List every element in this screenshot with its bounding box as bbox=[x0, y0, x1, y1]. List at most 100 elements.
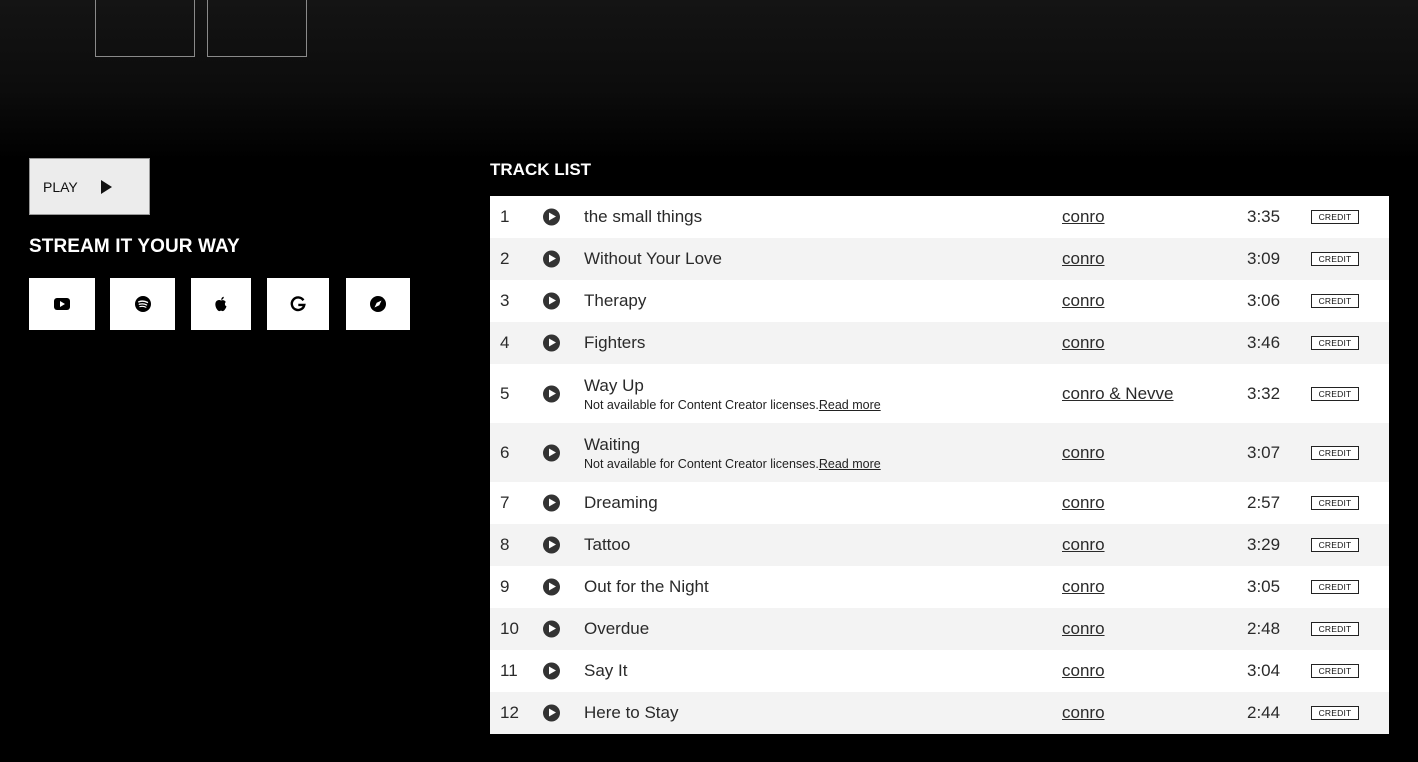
track-row[interactable]: 6 Waiting Not available for Content Creato… bbox=[490, 423, 1389, 482]
google-play-button[interactable] bbox=[267, 278, 329, 330]
track-row[interactable]: 8 Tattoo conro 3:29 CREDIT bbox=[490, 524, 1389, 566]
track-artist-link[interactable]: conro bbox=[1062, 333, 1105, 353]
track-number: 6 bbox=[500, 442, 510, 462]
play-all-button[interactable]: PLAY bbox=[29, 158, 150, 215]
track-title-block: Here to Stay bbox=[584, 703, 679, 723]
track-artist-link[interactable]: conro & Nevve bbox=[1062, 384, 1174, 404]
apple-music-button[interactable] bbox=[191, 278, 251, 330]
credit-button[interactable]: CREDIT bbox=[1311, 622, 1359, 636]
credit-button[interactable]: CREDIT bbox=[1311, 706, 1359, 720]
track-number: 4 bbox=[500, 333, 510, 352]
track-duration: 3:04 bbox=[1247, 661, 1281, 680]
play-track-icon[interactable] bbox=[543, 385, 560, 402]
track-title: Overdue bbox=[584, 619, 650, 638]
track-artist-link[interactable]: conro bbox=[1062, 443, 1105, 463]
track-artist-link[interactable]: conro bbox=[1062, 493, 1105, 513]
track-row[interactable]: 11 Say It conro 3:04 CREDIT bbox=[490, 650, 1389, 692]
track-duration: 3:32 bbox=[1247, 383, 1281, 403]
track-title: the small things bbox=[584, 207, 703, 226]
track-row[interactable]: 10 Overdue conro 2:48 CREDIT bbox=[490, 608, 1389, 650]
track-title-block: Dreaming bbox=[584, 493, 658, 513]
credit-button[interactable]: CREDIT bbox=[1311, 210, 1359, 224]
track-row[interactable]: 3 Therapy conro 3:06 CREDIT bbox=[490, 280, 1389, 322]
credit-button[interactable]: CREDIT bbox=[1311, 496, 1359, 510]
track-row[interactable]: 7 Dreaming conro 2:57 CREDIT bbox=[490, 482, 1389, 524]
play-track-icon[interactable] bbox=[543, 536, 560, 554]
track-duration: 2:57 bbox=[1247, 493, 1281, 512]
spotify-button[interactable] bbox=[110, 278, 175, 330]
play-track-icon[interactable] bbox=[543, 208, 560, 226]
license-note-text: Not available for Content Creator licens… bbox=[584, 397, 819, 412]
track-artist-link[interactable]: conro bbox=[1062, 619, 1105, 639]
youtube-button[interactable] bbox=[29, 278, 95, 330]
track-row[interactable]: 12 Here to Stay conro 2:44 CREDIT bbox=[490, 692, 1389, 734]
track-artist-link[interactable]: conro bbox=[1062, 207, 1105, 227]
play-track-icon[interactable] bbox=[543, 578, 560, 596]
track-number: 7 bbox=[500, 493, 510, 512]
track-duration: 2:48 bbox=[1247, 619, 1281, 638]
play-track-icon[interactable] bbox=[543, 620, 560, 638]
track-row[interactable]: 9 Out for the Night conro 3:05 CREDIT bbox=[490, 566, 1389, 608]
youtube-icon bbox=[54, 298, 70, 310]
track-number: 2 bbox=[500, 249, 510, 268]
track-title-block: Therapy bbox=[584, 291, 646, 311]
tracklist-title: TRACK LIST bbox=[490, 160, 592, 179]
play-track-icon[interactable] bbox=[543, 444, 560, 461]
track-title-block: Tattoo bbox=[584, 535, 630, 555]
credit-button[interactable]: CREDIT bbox=[1311, 252, 1359, 266]
release-thumbnail[interactable] bbox=[95, 0, 195, 57]
read-more-link[interactable]: Read more bbox=[819, 398, 881, 412]
track-title: Therapy bbox=[584, 291, 647, 310]
track-artist-link[interactable]: conro bbox=[1062, 577, 1105, 597]
credit-button[interactable]: CREDIT bbox=[1311, 294, 1359, 308]
track-row[interactable]: 2 Without Your Love conro 3:09 CREDIT bbox=[490, 238, 1389, 280]
track-title-block: Fighters bbox=[584, 333, 645, 353]
track-artist-link[interactable]: conro bbox=[1062, 661, 1105, 681]
credit-button[interactable]: CREDIT bbox=[1311, 664, 1359, 678]
track-title: Waiting bbox=[584, 434, 641, 454]
track-title: Here to Stay bbox=[584, 703, 679, 722]
play-track-icon[interactable] bbox=[543, 334, 560, 352]
track-duration: 2:44 bbox=[1247, 703, 1281, 722]
spotify-icon bbox=[134, 296, 151, 312]
track-row[interactable]: 4 Fighters conro 3:46 CREDIT bbox=[490, 322, 1389, 364]
track-row[interactable]: 1 the small things conro 3:35 CREDIT bbox=[490, 196, 1389, 238]
track-row[interactable]: 5 Way Up Not available for Content Creator… bbox=[490, 364, 1389, 423]
track-duration: 3:05 bbox=[1247, 577, 1281, 596]
track-title-block: Out for the Night bbox=[584, 577, 709, 597]
track-title: Way Up bbox=[584, 375, 644, 395]
play-track-icon[interactable] bbox=[543, 704, 560, 722]
track-title: Tattoo bbox=[584, 535, 631, 554]
play-track-icon[interactable] bbox=[543, 250, 560, 268]
track-title-block: Waiting Not available for Content Creator… bbox=[584, 435, 881, 471]
play-track-icon[interactable] bbox=[543, 494, 560, 512]
compass-icon bbox=[370, 296, 386, 312]
track-number: 3 bbox=[500, 291, 510, 310]
credit-button[interactable]: CREDIT bbox=[1311, 336, 1359, 350]
apple-icon bbox=[215, 296, 227, 312]
track-title: Dreaming bbox=[584, 493, 658, 512]
credit-button[interactable]: CREDIT bbox=[1311, 445, 1359, 460]
track-number: 10 bbox=[500, 619, 519, 638]
credit-button[interactable]: CREDIT bbox=[1311, 386, 1359, 401]
track-title-block: Overdue bbox=[584, 619, 649, 639]
credit-button[interactable]: CREDIT bbox=[1311, 580, 1359, 594]
track-artist-link[interactable]: conro bbox=[1062, 535, 1105, 555]
track-title-block: the small things bbox=[584, 207, 702, 227]
track-artist-link[interactable]: conro bbox=[1062, 249, 1105, 269]
track-duration: 3:46 bbox=[1247, 333, 1281, 352]
track-duration: 3:29 bbox=[1247, 535, 1281, 554]
play-track-icon[interactable] bbox=[543, 662, 560, 680]
credit-button[interactable]: CREDIT bbox=[1311, 538, 1359, 552]
track-artist-link[interactable]: conro bbox=[1062, 291, 1105, 311]
track-artist-link[interactable]: conro bbox=[1062, 703, 1105, 723]
play-track-icon[interactable] bbox=[543, 292, 560, 310]
track-duration: 3:09 bbox=[1247, 249, 1281, 268]
release-thumbnail[interactable] bbox=[207, 0, 307, 57]
google-icon bbox=[290, 296, 306, 312]
deezer-button[interactable] bbox=[346, 278, 410, 330]
read-more-link[interactable]: Read more bbox=[819, 457, 881, 471]
track-number: 9 bbox=[500, 577, 510, 596]
track-number: 12 bbox=[500, 703, 519, 722]
play-button-label: PLAY bbox=[43, 178, 78, 195]
